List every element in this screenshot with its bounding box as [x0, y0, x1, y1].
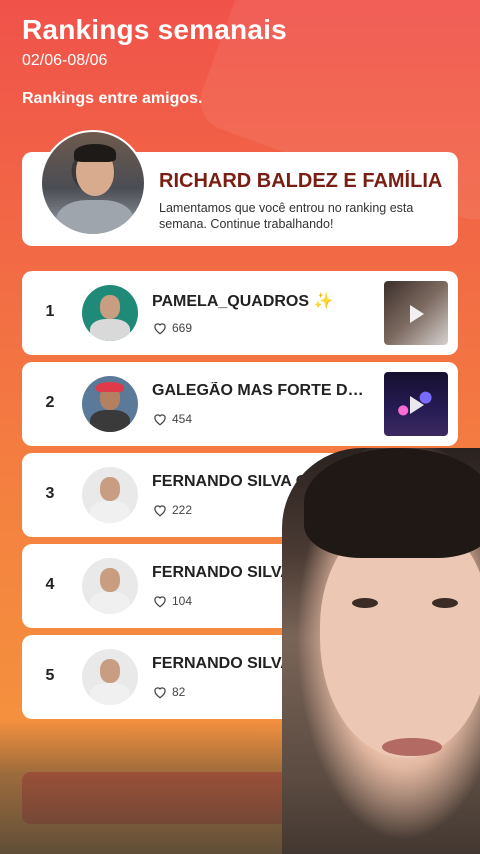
play-icon [410, 305, 424, 323]
heart-outline-icon [154, 323, 166, 335]
like-count-value: 222 [172, 503, 193, 517]
rank-number: 3 [45, 485, 55, 502]
heart-outline-icon [154, 687, 166, 699]
my-ranking-message: Lamentamos que você entrou no ranking es… [159, 201, 414, 231]
page-title: Rankings semanais [22, 14, 287, 45]
date-range: 02/06-08/06 [22, 52, 108, 69]
ranking-row[interactable]: 1 PAMELA_QUADROS ✨ 669 [22, 271, 458, 355]
webcam-overlay [282, 448, 480, 854]
avatar[interactable] [82, 649, 138, 705]
avatar[interactable] [82, 285, 138, 341]
avatar[interactable] [82, 558, 138, 614]
like-count: 222 [152, 503, 192, 517]
avatar[interactable] [82, 376, 138, 432]
like-count-value: 454 [172, 412, 193, 426]
like-count-value: 104 [172, 594, 193, 608]
rank-number: 5 [45, 667, 55, 684]
my-name: RICHARD BALDEZ E FAMÍLIA [159, 170, 443, 192]
heart-outline-icon [154, 414, 166, 426]
ranking-row[interactable]: 2 GALEGÃO MAS FORTE DO BRASIL 454 [22, 362, 458, 446]
like-count-value: 669 [172, 321, 193, 335]
heart-outline-icon [154, 596, 166, 608]
video-thumbnail[interactable] [384, 372, 448, 436]
video-thumbnail[interactable] [384, 281, 448, 345]
heart-outline-icon [154, 505, 166, 517]
avatar[interactable] [82, 467, 138, 523]
play-icon [410, 396, 424, 414]
user-name: GALEGÃO MAS FORTE DO BRASIL [152, 382, 374, 399]
rank-number: 1 [45, 303, 55, 320]
avatar[interactable] [40, 130, 146, 236]
like-count: 104 [152, 594, 192, 608]
like-count: 669 [152, 321, 192, 335]
rank-number: 4 [45, 576, 55, 593]
user-name: PAMELA_QUADROS ✨ [152, 293, 334, 310]
page-header: Rankings semanais 02/06-08/06 [22, 14, 287, 70]
like-count: 454 [152, 412, 192, 426]
like-count: 82 [152, 685, 185, 699]
like-count-value: 82 [172, 685, 186, 699]
webcam-blur-overlay [0, 720, 300, 854]
section-subtitle: Rankings entre amigos. [22, 90, 203, 107]
my-ranking-card[interactable]: RICHARD BALDEZ E FAMÍLIA Lamentamos que … [22, 130, 458, 246]
rank-number: 2 [45, 394, 55, 411]
